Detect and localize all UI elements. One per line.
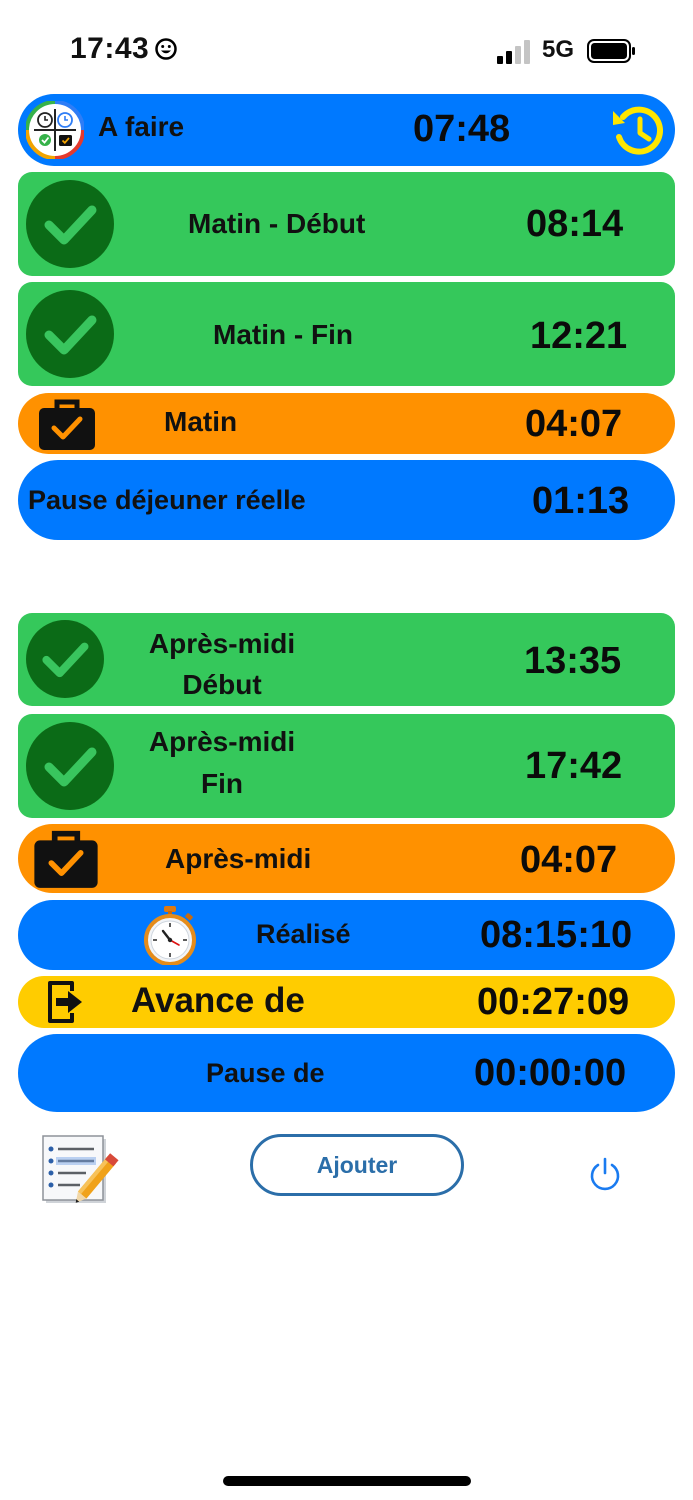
battery-icon: [587, 39, 635, 63]
afternoon-start-label-line1: Après-midi: [148, 628, 296, 659]
completed-value: 08:15:10: [480, 914, 633, 956]
completed-label: Réalisé: [256, 919, 351, 949]
network-type: 5G: [542, 36, 575, 63]
morning-end-row[interactable]: Matin - Fin 12:21: [18, 282, 675, 386]
check-icon: [26, 620, 104, 698]
ahead-value: 00:27:09: [477, 981, 630, 1023]
power-icon[interactable]: [588, 1156, 622, 1192]
notes-edit-icon[interactable]: [40, 1133, 124, 1205]
todo-row[interactable]: A faire 07:48: [18, 94, 675, 166]
lunch-break-label: Pause déjeuner réelle: [28, 485, 306, 515]
history-icon[interactable]: [610, 104, 666, 158]
lunch-break-value: 01:13: [532, 480, 630, 522]
briefcase-check-icon: [34, 830, 98, 888]
todo-label: A faire: [98, 111, 185, 142]
afternoon-total-row[interactable]: Après-midi 04:07: [18, 824, 675, 893]
add-button[interactable]: Ajouter: [250, 1134, 464, 1196]
morning-end-value: 12:21: [530, 315, 628, 357]
signal-icon: [497, 40, 530, 64]
pause-value: 00:00:00: [474, 1052, 627, 1094]
morning-total-label: Matin: [164, 406, 238, 437]
morning-total-row[interactable]: Matin 04:07: [18, 393, 675, 454]
afternoon-end-value: 17:42: [525, 745, 623, 787]
ahead-label: Avance de: [131, 981, 305, 1020]
pause-row[interactable]: Pause de 00:00:00: [18, 1034, 675, 1112]
afternoon-total-label: Après-midi: [165, 843, 312, 874]
smiley-icon: [155, 38, 177, 60]
afternoon-start-label-line2: Début: [182, 669, 262, 700]
check-icon: [26, 180, 114, 268]
afternoon-end-label-line1: Après-midi: [148, 726, 296, 757]
afternoon-start-label: Après-midi Début: [122, 623, 322, 705]
morning-total-value: 04:07: [525, 403, 623, 445]
status-time: 17:43: [70, 32, 150, 65]
afternoon-total-value: 04:07: [520, 839, 618, 881]
stopwatch-icon: [144, 906, 196, 965]
morning-start-label: Matin - Début: [188, 208, 366, 239]
exit-icon: [48, 981, 82, 1023]
morning-start-value: 08:14: [526, 203, 624, 245]
afternoon-end-label: Après-midi Fin: [122, 721, 322, 805]
ahead-row[interactable]: Avance de 00:27:09: [18, 976, 675, 1028]
afternoon-start-value: 13:35: [524, 640, 622, 682]
afternoon-end-row[interactable]: Après-midi Fin 17:42: [18, 714, 675, 818]
todo-value: 07:48: [413, 108, 511, 150]
afternoon-start-row[interactable]: Après-midi Début 13:35: [18, 613, 675, 706]
status-bar: 17:43 5G: [0, 0, 693, 90]
app-logo-icon: [26, 101, 84, 159]
briefcase-check-icon: [39, 399, 95, 450]
check-icon: [26, 290, 114, 378]
completed-row[interactable]: Réalisé 08:15:10: [18, 900, 675, 970]
morning-end-label: Matin - Fin: [213, 319, 353, 350]
morning-start-row[interactable]: Matin - Début 08:14: [18, 172, 675, 276]
pause-label: Pause de: [206, 1058, 325, 1088]
afternoon-end-label-line2: Fin: [201, 768, 243, 799]
check-icon: [26, 722, 114, 810]
lunch-break-row[interactable]: Pause déjeuner réelle 01:13: [18, 460, 675, 540]
home-indicator[interactable]: [223, 1476, 471, 1486]
